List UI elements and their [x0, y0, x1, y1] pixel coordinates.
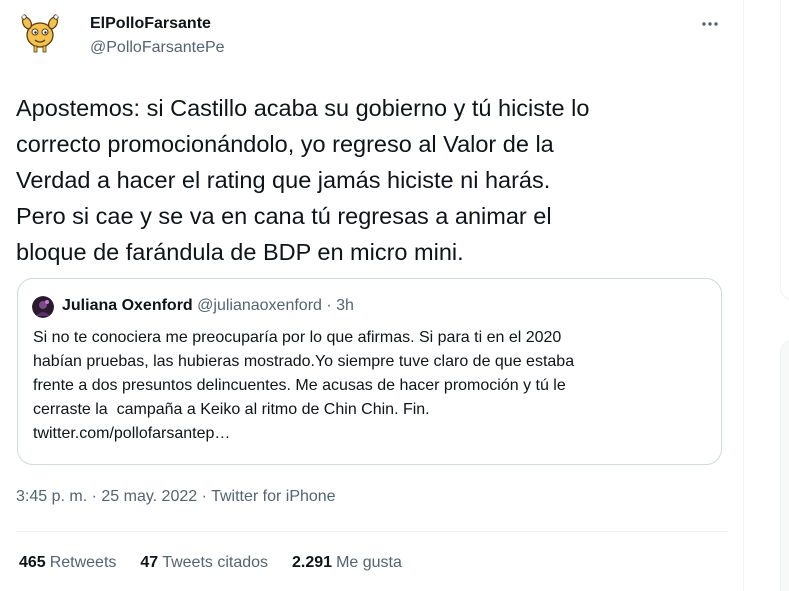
quote-tweets-stat[interactable]: 47 Tweets citados [140, 554, 268, 572]
sidebar-card [780, 0, 789, 300]
more-dots-icon [702, 22, 718, 26]
tweet-meta: 3:45 p. m. · 25 may. 2022 · Twitter for … [16, 488, 336, 506]
retweets-count: 465 [19, 554, 46, 571]
retweets-label: Retweets [49, 554, 117, 571]
likes-label: Me gusta [336, 554, 402, 571]
quote-tweets-label: Tweets citados [162, 554, 269, 571]
more-options-button[interactable] [696, 12, 724, 36]
sidebar-card [780, 340, 789, 591]
meta-separator: · [197, 488, 212, 505]
quote-separator: · [326, 297, 332, 314]
quote-tweets-count: 47 [140, 554, 159, 571]
tweet-stats: 465 Retweets 47 Tweets citados 2.291 Me gus… [19, 554, 426, 572]
quote-author-name: Juliana Oxenford [62, 297, 193, 314]
likes-stat[interactable]: 2.291 Me gusta [292, 554, 402, 572]
retweets-stat[interactable]: 465 Retweets [19, 554, 116, 572]
tweet-source[interactable]: Twitter for iPhone [211, 488, 336, 505]
quote-text: Si no te conociera me preocuparía por lo… [33, 329, 575, 442]
tweet-text: Apostemos: si Castillo acaba su gobierno… [16, 95, 590, 265]
quote-author-handle: @julianaoxenford [197, 297, 322, 314]
quoted-tweet[interactable]: Juliana Oxenford @julianaoxenford · 3h S… [17, 278, 722, 465]
tweet-time[interactable]: 3:45 p. m. [16, 488, 87, 505]
quote-author-avatar-icon [32, 296, 54, 318]
author-handle[interactable]: @PolloFarsantePe [90, 39, 225, 57]
tweet-detail: ElPolloFarsante @PolloFarsantePe Apostem… [0, 0, 744, 591]
chicken-avatar-icon[interactable] [16, 8, 64, 56]
meta-separator: · [87, 488, 102, 505]
divider [16, 531, 728, 532]
author-name[interactable]: ElPolloFarsante [90, 15, 211, 33]
tweet-date[interactable]: 25 may. 2022 [101, 488, 197, 505]
likes-count: 2.291 [292, 554, 333, 571]
quote-timestamp: 3h [336, 297, 354, 314]
quote-header: Juliana Oxenford @julianaoxenford · 3h [62, 297, 354, 315]
